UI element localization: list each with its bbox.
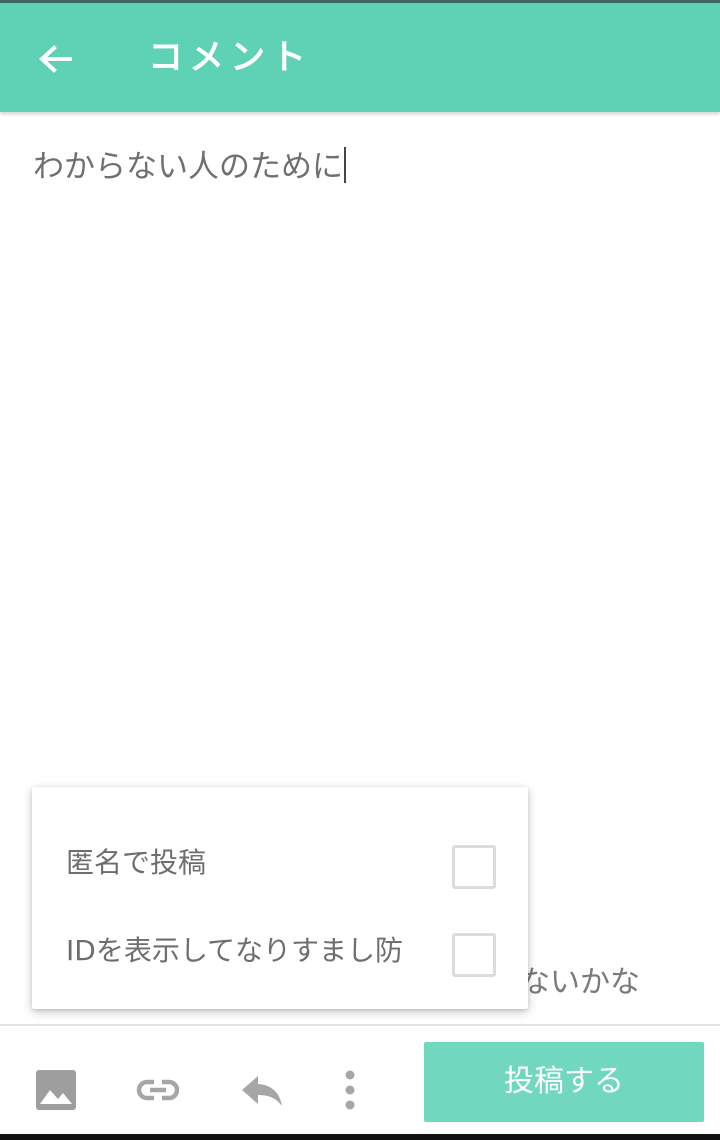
link-button[interactable] xyxy=(134,1066,182,1114)
show-id-checkbox[interactable] xyxy=(452,933,496,977)
toolbar-divider xyxy=(0,1024,720,1026)
reply-button[interactable] xyxy=(238,1066,286,1114)
anonymous-post-label[interactable]: 匿名で投稿 xyxy=(66,843,206,883)
arrow-left-icon xyxy=(39,45,72,73)
image-icon xyxy=(36,1070,76,1110)
text-caret xyxy=(344,147,346,183)
comment-text-value: わからない人のために xyxy=(33,149,343,185)
more-vert-icon xyxy=(345,1070,355,1110)
image-button[interactable] xyxy=(32,1066,80,1114)
comment-input[interactable]: わからない人のために xyxy=(33,144,693,190)
link-icon xyxy=(136,1079,180,1101)
reply-icon xyxy=(242,1076,282,1106)
app-bar: コメント xyxy=(0,3,720,112)
show-id-label[interactable]: IDを表示してなりすまし防 xyxy=(66,931,403,971)
post-options-popup: 匿名で投稿 IDを表示してなりすまし防 xyxy=(32,787,528,1009)
anonymous-post-checkbox[interactable] xyxy=(452,845,496,889)
page-title: コメント xyxy=(148,37,313,78)
back-button[interactable] xyxy=(30,35,80,85)
comment-overflow-text: ないかな xyxy=(520,965,640,1000)
nav-strip xyxy=(0,1134,720,1140)
more-button[interactable] xyxy=(326,1066,374,1114)
post-button[interactable]: 投稿する xyxy=(424,1042,704,1122)
